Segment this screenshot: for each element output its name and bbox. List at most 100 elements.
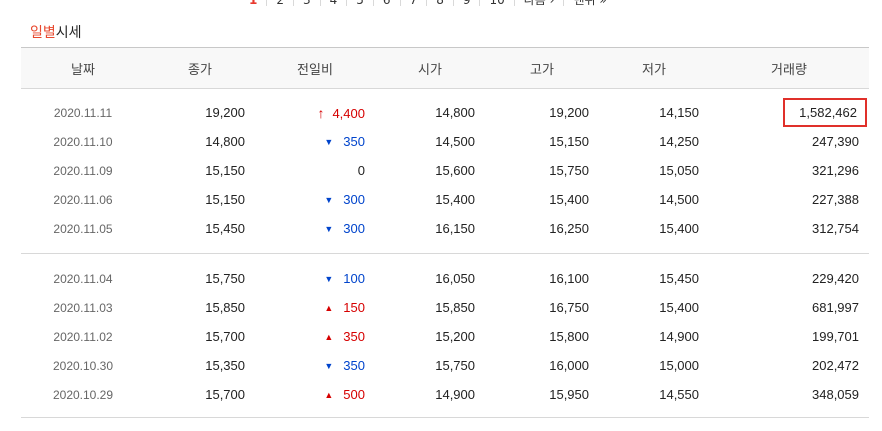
cell-low: 15,050: [599, 156, 709, 185]
cell-volume: 229,420: [709, 264, 869, 293]
cell-date-value: 2020.11.04: [53, 271, 113, 286]
cell-change-value: 350: [343, 329, 365, 344]
cell-volume: 247,390: [709, 127, 869, 156]
col-header-volume: 거래량: [709, 47, 869, 89]
cell-low-value: 14,150: [659, 105, 699, 120]
table-row: 2020.11.11 19,200 ↑ 4,400 14,800 19,200 14,150…: [21, 98, 869, 127]
cell-open: 14,800: [375, 98, 485, 127]
cell-date-value: 2020.11.10: [53, 134, 113, 149]
cell-date: 2020.11.02: [21, 322, 145, 351]
cell-date-value: 2020.11.06: [53, 192, 113, 207]
table-row: 2020.11.04 15,750 ▼ 100 16,050 16,100 15,450 22…: [21, 264, 869, 293]
page-link-4[interactable]: 4: [319, 0, 347, 6]
cell-open-value: 16,150: [435, 221, 475, 236]
cell-open: 15,600: [375, 156, 485, 185]
cell-open-value: 14,500: [435, 134, 475, 149]
cell-volume-value: 247,390: [812, 134, 859, 149]
cell-low: 15,400: [599, 214, 709, 243]
cell-close-value: 19,200: [205, 105, 245, 120]
cell-open: 15,200: [375, 322, 485, 351]
page-link-8[interactable]: 8: [426, 0, 453, 6]
cell-close: 15,850: [145, 293, 255, 322]
cell-high: 15,950: [485, 380, 599, 409]
triangle-down-icon: ▼: [324, 361, 334, 371]
cell-high-value: 16,000: [549, 358, 589, 373]
table-group-gap: [21, 254, 869, 265]
col-header-date: 날짜: [21, 47, 145, 89]
cell-date-value: 2020.11.05: [53, 221, 113, 236]
cell-volume: 348,059: [709, 380, 869, 409]
cell-close: 15,700: [145, 380, 255, 409]
cell-change: ▼ 350: [255, 351, 375, 380]
table-top-spacer: [21, 89, 869, 99]
page-link-10[interactable]: 10: [479, 0, 513, 6]
cell-high-value: 15,950: [549, 387, 589, 402]
triangle-down-icon: ▼: [324, 274, 334, 284]
page-link-5[interactable]: 5: [346, 0, 373, 6]
cell-open: 14,900: [375, 380, 485, 409]
page-link-2[interactable]: 2: [266, 0, 293, 6]
cell-high-value: 16,100: [549, 271, 589, 286]
cell-date-value: 2020.10.29: [52, 387, 114, 402]
cell-low: 14,250: [599, 127, 709, 156]
cell-volume-value: 199,701: [812, 329, 859, 344]
col-header-close: 종가: [145, 47, 255, 89]
cell-low-value: 14,900: [659, 329, 699, 344]
section-title: 일별시세: [30, 22, 82, 42]
cell-high-value: 15,750: [549, 163, 589, 178]
cell-change: ▲ 350: [255, 322, 375, 351]
cell-volume-value: 202,472: [812, 358, 859, 373]
cell-change: ▼ 300: [255, 214, 375, 243]
next-page-link[interactable]: 다음 ›: [513, 0, 564, 6]
highlighted-volume-value: 1,582,462: [783, 98, 867, 127]
cell-date: 2020.11.03: [21, 293, 145, 322]
page-link-1[interactable]: 1: [240, 0, 266, 6]
cell-high: 16,250: [485, 214, 599, 243]
table-row: 2020.11.03 15,850 ▲ 150 15,850 16,750 15,400 68…: [21, 293, 869, 322]
cell-low-value: 15,000: [659, 358, 699, 373]
cell-date-value: 2020.11.09: [53, 163, 113, 178]
last-page-link[interactable]: 맨뒤 »: [563, 0, 615, 6]
cell-open: 15,750: [375, 351, 485, 380]
cell-volume: 681,997: [709, 293, 869, 322]
page-link-7[interactable]: 7: [399, 0, 427, 6]
cell-change: ▲ 500: [255, 380, 375, 409]
cell-low: 15,450: [599, 264, 709, 293]
cell-high-value: 15,150: [549, 134, 589, 149]
cell-date-value: 2020.11.11: [53, 105, 113, 120]
cell-high: 19,200: [485, 98, 599, 127]
cell-high-value: 15,800: [549, 329, 589, 344]
cell-open: 15,850: [375, 293, 485, 322]
cell-low-value: 15,400: [659, 300, 699, 315]
cell-close-value: 15,700: [205, 387, 245, 402]
cell-high: 15,150: [485, 127, 599, 156]
col-header-high: 고가: [485, 47, 599, 89]
cell-date: 2020.11.05: [21, 214, 145, 243]
cell-high: 15,400: [485, 185, 599, 214]
cell-change: ▼ 300: [255, 185, 375, 214]
pagination: 1 2 3 4 5 6 7 8 9 10 다음 › 맨뒤 »: [240, 0, 616, 7]
cell-high: 16,000: [485, 351, 599, 380]
cell-high-value: 19,200: [549, 105, 589, 120]
cell-date: 2020.11.11: [21, 98, 145, 127]
cell-volume-value: 681,997: [812, 300, 859, 315]
col-header-open: 시가: [375, 47, 485, 89]
cell-low-value: 14,550: [659, 387, 699, 402]
cell-volume: 312,754: [709, 214, 869, 243]
cell-close: 15,450: [145, 214, 255, 243]
page-link-3[interactable]: 3: [293, 0, 320, 6]
cell-close-value: 15,700: [205, 329, 245, 344]
cell-volume-value: 312,754: [812, 221, 859, 236]
cell-change: 0: [255, 156, 375, 185]
cell-date: 2020.11.10: [21, 127, 145, 156]
cell-low: 14,550: [599, 380, 709, 409]
limit-up-arrow-icon: ↑: [317, 104, 325, 121]
cell-volume-value: 348,059: [812, 387, 859, 402]
page-link-9[interactable]: 9: [452, 0, 480, 6]
triangle-down-icon: ▼: [324, 195, 334, 205]
cell-open-value: 15,600: [435, 163, 475, 178]
cell-date-value: 2020.10.30: [52, 358, 114, 373]
cell-volume-value: 227,388: [812, 192, 859, 207]
cell-date: 2020.11.06: [21, 185, 145, 214]
page-link-6[interactable]: 6: [372, 0, 400, 6]
